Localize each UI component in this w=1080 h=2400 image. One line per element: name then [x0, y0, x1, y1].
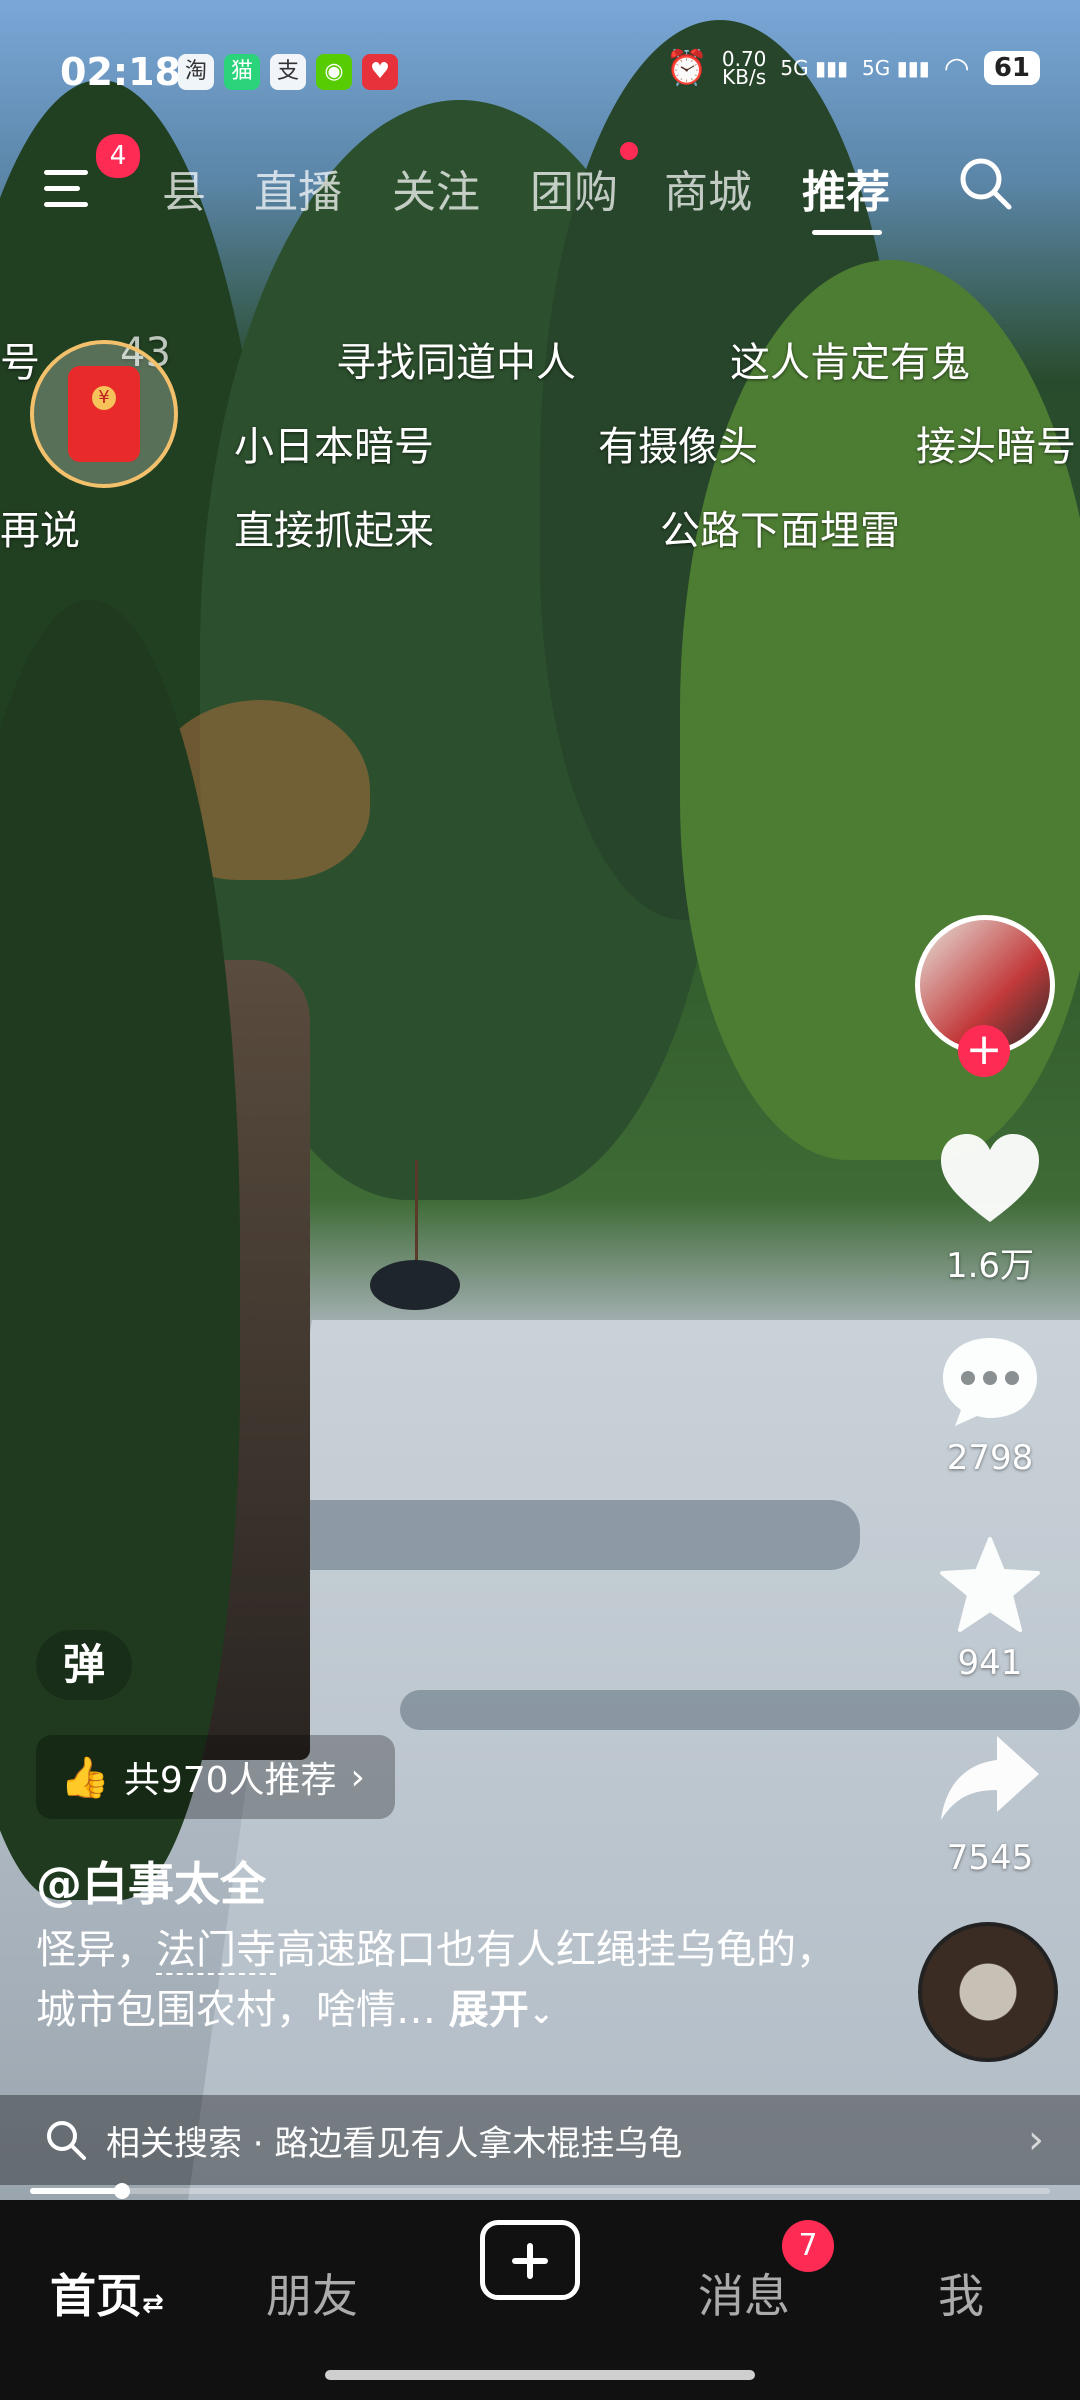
status-time: 02:18 — [60, 50, 181, 94]
home-indicator — [325, 2370, 755, 2380]
tab-live[interactable]: 直播 — [254, 156, 342, 220]
recommend-pill[interactable]: 👍 共970人推荐 › — [36, 1735, 395, 1819]
danmu-toggle-button[interactable]: 弹 — [36, 1630, 132, 1700]
video-progress-bar[interactable] — [30, 2183, 1050, 2199]
alipay-icon: 支 — [270, 54, 306, 90]
like-count: 1.6万 — [945, 1246, 1035, 1286]
danmu-comment: 直接抓起来 — [234, 508, 434, 554]
tab-recommend[interactable]: 推荐 — [802, 156, 890, 220]
danmu-comment: 再说 — [0, 508, 80, 554]
red-packet-icon — [68, 366, 140, 462]
caption-tag[interactable]: 法门寺 — [156, 1927, 276, 1975]
comment-icon — [943, 1338, 1037, 1426]
duolingo-icon: ◉ — [316, 54, 352, 90]
chevron-down-icon: ⌄ — [528, 1996, 554, 2031]
danmu-comment: 小日本暗号 — [234, 424, 434, 470]
danmu-comment: 有摄像头 — [598, 424, 758, 470]
wifi-icon: ◠ — [943, 50, 970, 86]
tab-following[interactable]: 关注 — [392, 156, 480, 220]
create-button[interactable] — [480, 2220, 580, 2300]
nav-messages[interactable]: 消息 — [698, 2260, 790, 2326]
menu-button[interactable] — [44, 166, 94, 212]
recommend-text: 共970人推荐 — [123, 1760, 337, 1801]
share-button[interactable]: 7545 — [920, 1730, 1060, 1878]
favorite-button[interactable]: 941 — [920, 1535, 1060, 1683]
tab-mall[interactable]: 商城 — [664, 156, 752, 220]
tab-county[interactable]: 县 — [162, 156, 206, 220]
thumbs-up-icon: 👍 — [60, 1754, 110, 1801]
nav-me[interactable]: 我 — [938, 2260, 984, 2326]
tab-group-buy[interactable]: 团购 — [530, 156, 618, 220]
status-right: ⏰ 0.70 KB/s 5G ▮▮▮ 5G ▮▮▮ ◠ 61 — [666, 48, 1040, 88]
danmu-comment: 寻找同道中人 — [336, 340, 576, 386]
favorite-count: 941 — [957, 1643, 1023, 1683]
danmu-comment: 这人肯定有鬼 — [730, 340, 970, 386]
video-caption[interactable]: 怪异，法门寺高速路口也有人红绳挂乌龟的，城市包围农村，啥情… 展开⌄ — [36, 1920, 836, 2044]
alarm-icon: ⏰ — [665, 48, 708, 88]
status-bar: 02:18 淘猫支 ◉ ♥ ⏰ 0.70 KB/s 5G ▮▮▮ 5G ▮▮▮ ◠ … — [0, 40, 1080, 110]
messages-badge: 7 — [782, 2220, 834, 2272]
danmu-comment: 接头暗号 — [916, 424, 1076, 470]
menu-badge: 4 — [96, 134, 140, 178]
progress-fill — [30, 2188, 122, 2194]
search-icon — [47, 2121, 86, 2160]
like-button[interactable]: 1.6万 — [920, 1130, 1060, 1287]
menu-icon — [44, 170, 88, 175]
active-tab-indicator — [812, 230, 882, 235]
red-packet-button[interactable] — [30, 340, 178, 488]
nav-friends[interactable]: 朋友 — [266, 2260, 358, 2326]
chevron-right-icon: › — [1028, 2117, 1044, 2163]
swap-icon: ⇄ — [142, 2289, 164, 2319]
road-shadow — [260, 1500, 860, 1570]
chevron-right-icon: › — [350, 1756, 365, 1798]
expand-button[interactable]: 展开⌄ — [449, 1987, 554, 2033]
progress-knob[interactable] — [113, 2183, 130, 2199]
danmu-comment: 号 — [0, 340, 40, 386]
top-nav: 4 县 直播 关注 团购 商城 推荐 — [0, 134, 1080, 235]
author-name[interactable]: @白事太全 — [36, 1848, 266, 1914]
search-icon[interactable] — [958, 156, 1012, 210]
comment-count: 2798 — [946, 1438, 1034, 1478]
signal-icon: 5G ▮▮▮ — [862, 56, 930, 80]
music-disc[interactable] — [918, 1922, 1058, 2062]
hanging-turtle — [370, 1260, 460, 1310]
road-shadow — [400, 1690, 1080, 1730]
group-buy-dot — [620, 142, 638, 160]
danmu-comment: 公路下面埋雷 — [660, 508, 900, 554]
related-search-text: 相关搜索 · 路边看见有人拿木棍挂乌龟 — [106, 2123, 683, 2164]
star-icon — [940, 1537, 1040, 1632]
related-search-bar[interactable]: 相关搜索 · 路边看见有人拿木棍挂乌龟 › — [0, 2095, 1080, 2185]
share-arrow-icon — [941, 1736, 1039, 1820]
signal-icon: 5G ▮▮▮ — [780, 56, 849, 80]
red-rope — [415, 1160, 418, 1270]
net-speed: 0.70 KB/s — [721, 47, 767, 89]
taobao-icon: 淘 — [178, 54, 214, 90]
caption-text: 怪异， — [36, 1927, 156, 1973]
comment-button[interactable]: 2798 — [920, 1330, 1060, 1478]
share-count: 7545 — [946, 1838, 1034, 1878]
health-icon: ♥ — [362, 54, 398, 90]
heart-icon — [941, 1134, 1039, 1222]
follow-button[interactable]: + — [958, 1025, 1010, 1077]
tmall-icon: 猫 — [224, 54, 260, 90]
nav-home[interactable]: 首页⇄ — [50, 2260, 164, 2326]
battery-indicator: 61 — [983, 51, 1040, 85]
